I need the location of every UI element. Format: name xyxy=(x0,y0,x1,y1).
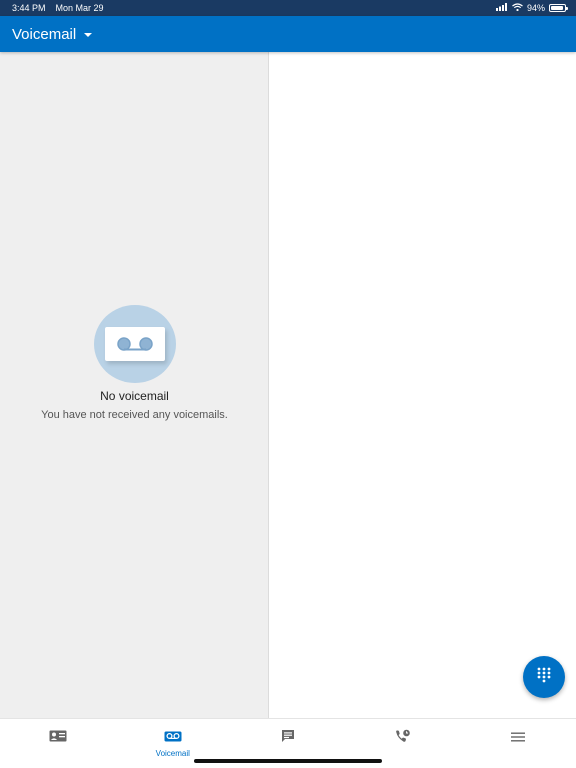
nav-item-contacts[interactable] xyxy=(0,719,115,768)
voicemail-list-pane: No voicemail You have not received any v… xyxy=(0,52,269,718)
empty-state: No voicemail You have not received any v… xyxy=(0,305,269,421)
app-bar: Voicemail xyxy=(0,16,576,52)
nav-label-voicemail: Voicemail xyxy=(155,749,190,758)
call-history-icon xyxy=(395,729,411,748)
status-left: 3:44 PM Mon Mar 29 xyxy=(12,3,104,13)
empty-state-message: You have not received any voicemails. xyxy=(41,409,228,421)
dialpad-button[interactable] xyxy=(523,656,565,698)
voicemail-icon xyxy=(104,327,165,361)
status-date: Mon Mar 29 xyxy=(55,3,104,13)
empty-state-title: No voicemail xyxy=(100,389,169,403)
dialpad-icon xyxy=(537,667,551,688)
voicemail-icon xyxy=(164,729,182,747)
page-title: Voicemail xyxy=(12,25,77,43)
cellular-signal-icon xyxy=(495,3,508,13)
home-indicator xyxy=(194,759,382,763)
wifi-icon xyxy=(512,3,523,13)
detail-pane xyxy=(270,52,576,718)
battery-icon xyxy=(549,4,568,12)
status-time: 3:44 PM xyxy=(12,3,46,13)
hamburger-menu-icon xyxy=(511,729,526,747)
caret-down-icon xyxy=(84,33,93,37)
message-icon xyxy=(281,729,295,748)
status-bar: 3:44 PM Mon Mar 29 94% xyxy=(0,0,576,16)
status-right: 94% xyxy=(495,3,568,13)
empty-state-illustration xyxy=(93,305,176,383)
view-selector-dropdown[interactable]: Voicemail xyxy=(12,25,93,43)
nav-item-menu[interactable] xyxy=(461,719,576,768)
contact-card-icon xyxy=(49,729,67,747)
battery-percent: 94% xyxy=(526,3,545,13)
